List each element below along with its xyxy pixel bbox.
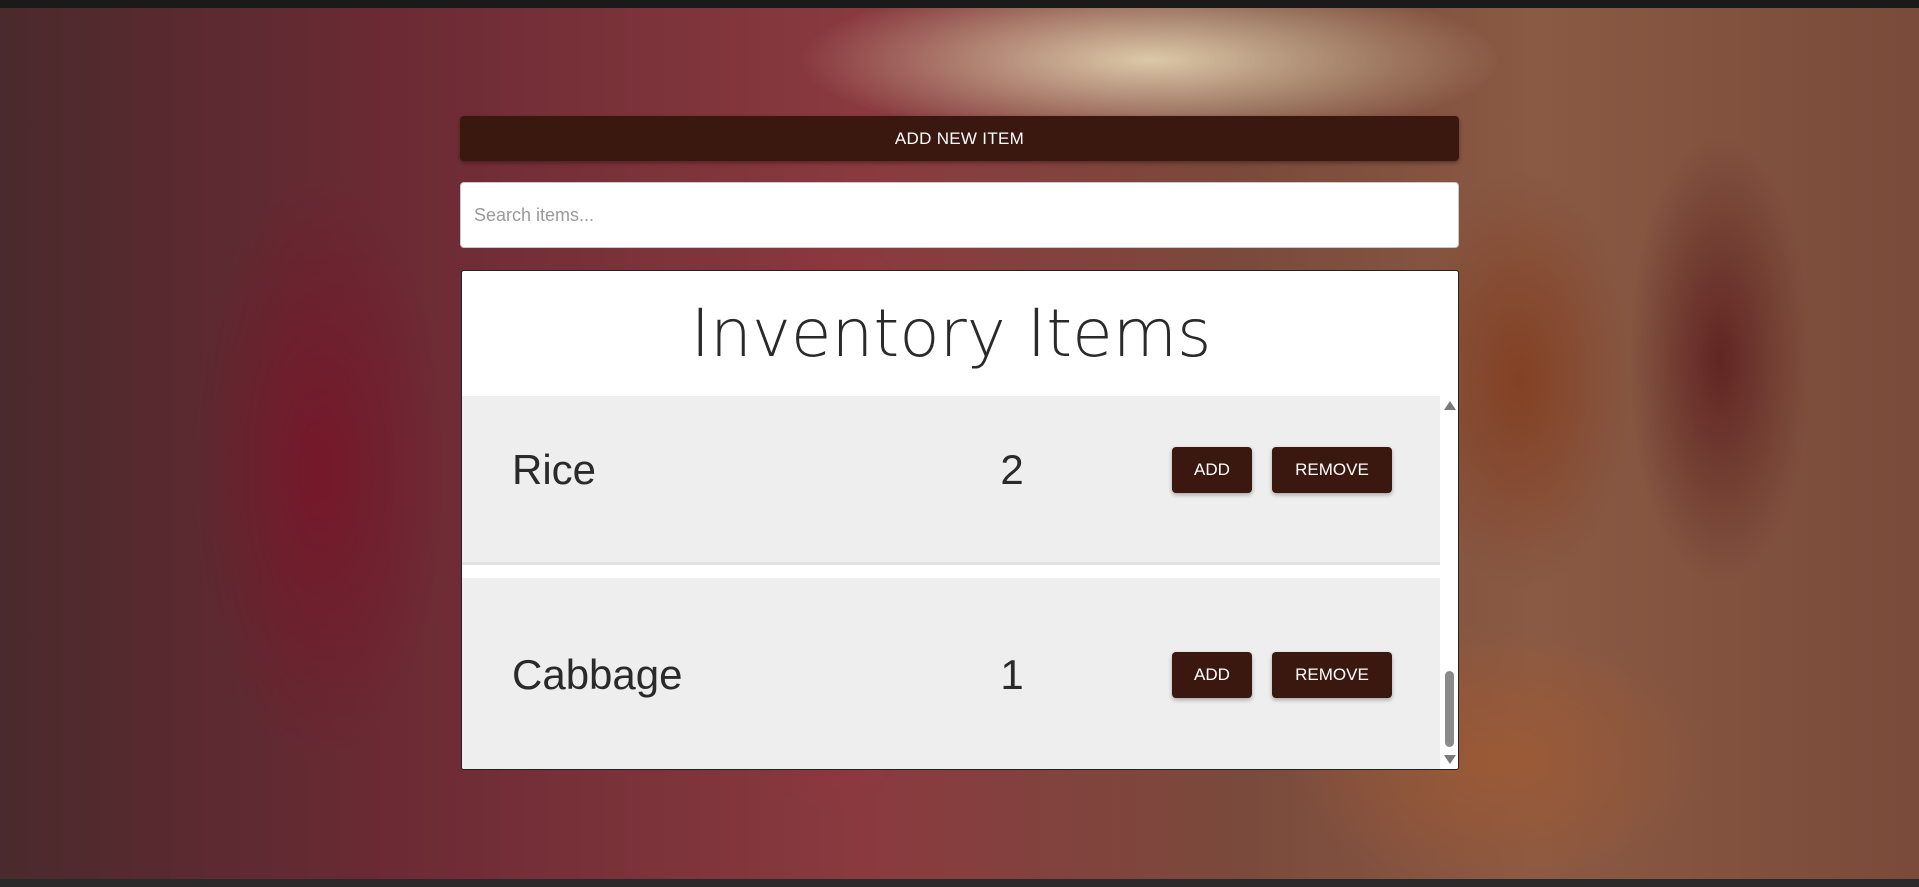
top-bar xyxy=(0,0,1919,8)
item-quantity: 1 xyxy=(1000,651,1024,698)
list-item: Cabbage 1 ADD REMOVE xyxy=(462,578,1440,769)
scrollbar-thumb[interactable] xyxy=(1445,671,1454,747)
inventory-list[interactable]: Rice 2 ADD REMOVE Cabbage 1 ADD REMOVE xyxy=(462,396,1440,769)
add-new-item-button[interactable]: ADD NEW ITEM xyxy=(460,116,1459,161)
search-input[interactable] xyxy=(460,182,1459,248)
list-item: Rice 2 ADD REMOVE xyxy=(462,396,1440,565)
triangle-up-icon[interactable] xyxy=(1444,401,1456,410)
page-title: Inventory Items xyxy=(690,295,1212,372)
list-scrollbar[interactable] xyxy=(1440,396,1458,769)
inventory-panel: Inventory Items Rice 2 ADD REMOVE Cabbag… xyxy=(461,270,1459,770)
triangle-down-icon[interactable] xyxy=(1444,755,1456,764)
item-name: Rice xyxy=(512,446,597,493)
page-background: ADD NEW ITEM Inventory Items Rice 2 ADD … xyxy=(0,0,1919,887)
item-name: Cabbage xyxy=(512,651,683,698)
item-quantity: 2 xyxy=(1000,446,1024,493)
add-button[interactable]: ADD xyxy=(1172,652,1252,698)
add-button[interactable]: ADD xyxy=(1172,447,1252,493)
bottom-bar xyxy=(0,879,1919,887)
remove-button[interactable]: REMOVE xyxy=(1272,652,1392,698)
remove-button[interactable]: REMOVE xyxy=(1272,447,1392,493)
